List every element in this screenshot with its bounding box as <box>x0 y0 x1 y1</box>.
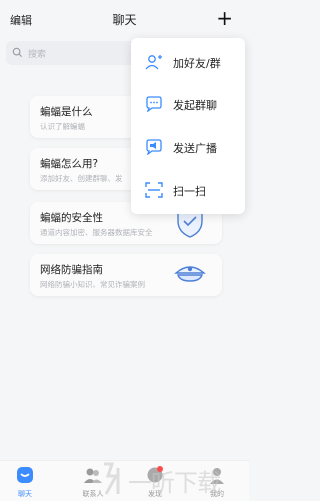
watermark-text: 一听下载 <box>128 469 221 497</box>
card-subtitle: 添加好友、创建群聊、发 <box>40 174 123 183</box>
menu-item-label: 发送广播 <box>173 142 217 155</box>
add-button[interactable]: + <box>216 8 233 28</box>
tab-label: 聊天 <box>18 490 32 498</box>
tab-chat[interactable]: 聊天 <box>0 461 50 501</box>
menu-item-label: 发起群聊 <box>173 99 217 112</box>
page-title: 聊天 <box>112 13 137 27</box>
menu-item-broadcast[interactable]: 发送广播 <box>131 128 245 166</box>
card-subtitle: 通道内容加密、服务器数据库安全 <box>40 228 153 237</box>
watermark: 一听下载 <box>98 458 248 498</box>
menu-item-group-chat[interactable]: 发起群聊 <box>131 85 245 123</box>
menu-item-label: 加好友/群 <box>173 57 221 70</box>
chat-tab-icon <box>17 467 33 483</box>
card-subtitle: 网络防骗小知识、常见诈骗案例 <box>40 280 145 289</box>
search-icon <box>12 47 23 58</box>
card-anti-fraud[interactable]: 网络防骗指南 网络防骗小知识、常见诈骗案例 <box>30 254 222 296</box>
card-subtitle: 认识了解蝙蝠 <box>40 122 85 131</box>
card-title: 蝙蝠是什么 <box>40 106 93 118</box>
broadcast-icon <box>146 139 162 155</box>
watermark-logo-icon <box>104 462 120 495</box>
card-title: 蝙蝠怎么用? <box>40 158 99 170</box>
card-title: 蝙蝠的安全性 <box>40 212 103 224</box>
search-placeholder: 搜索 <box>28 50 47 60</box>
menu-item-scan[interactable]: 扫一扫 <box>131 171 245 209</box>
menu-item-label: 扫一扫 <box>173 185 206 198</box>
add-menu: 加好友/群 发起群聊 发送广播 扫一扫 <box>131 38 245 214</box>
card-title: 网络防骗指南 <box>40 264 103 276</box>
police-cap-icon <box>174 266 206 282</box>
scan-icon <box>145 182 163 198</box>
group-chat-icon <box>146 96 162 112</box>
menu-item-add-friend[interactable]: 加好友/群 <box>131 43 245 81</box>
top-bar: 编辑 聊天 + <box>0 0 249 40</box>
add-friend-icon <box>145 55 162 70</box>
